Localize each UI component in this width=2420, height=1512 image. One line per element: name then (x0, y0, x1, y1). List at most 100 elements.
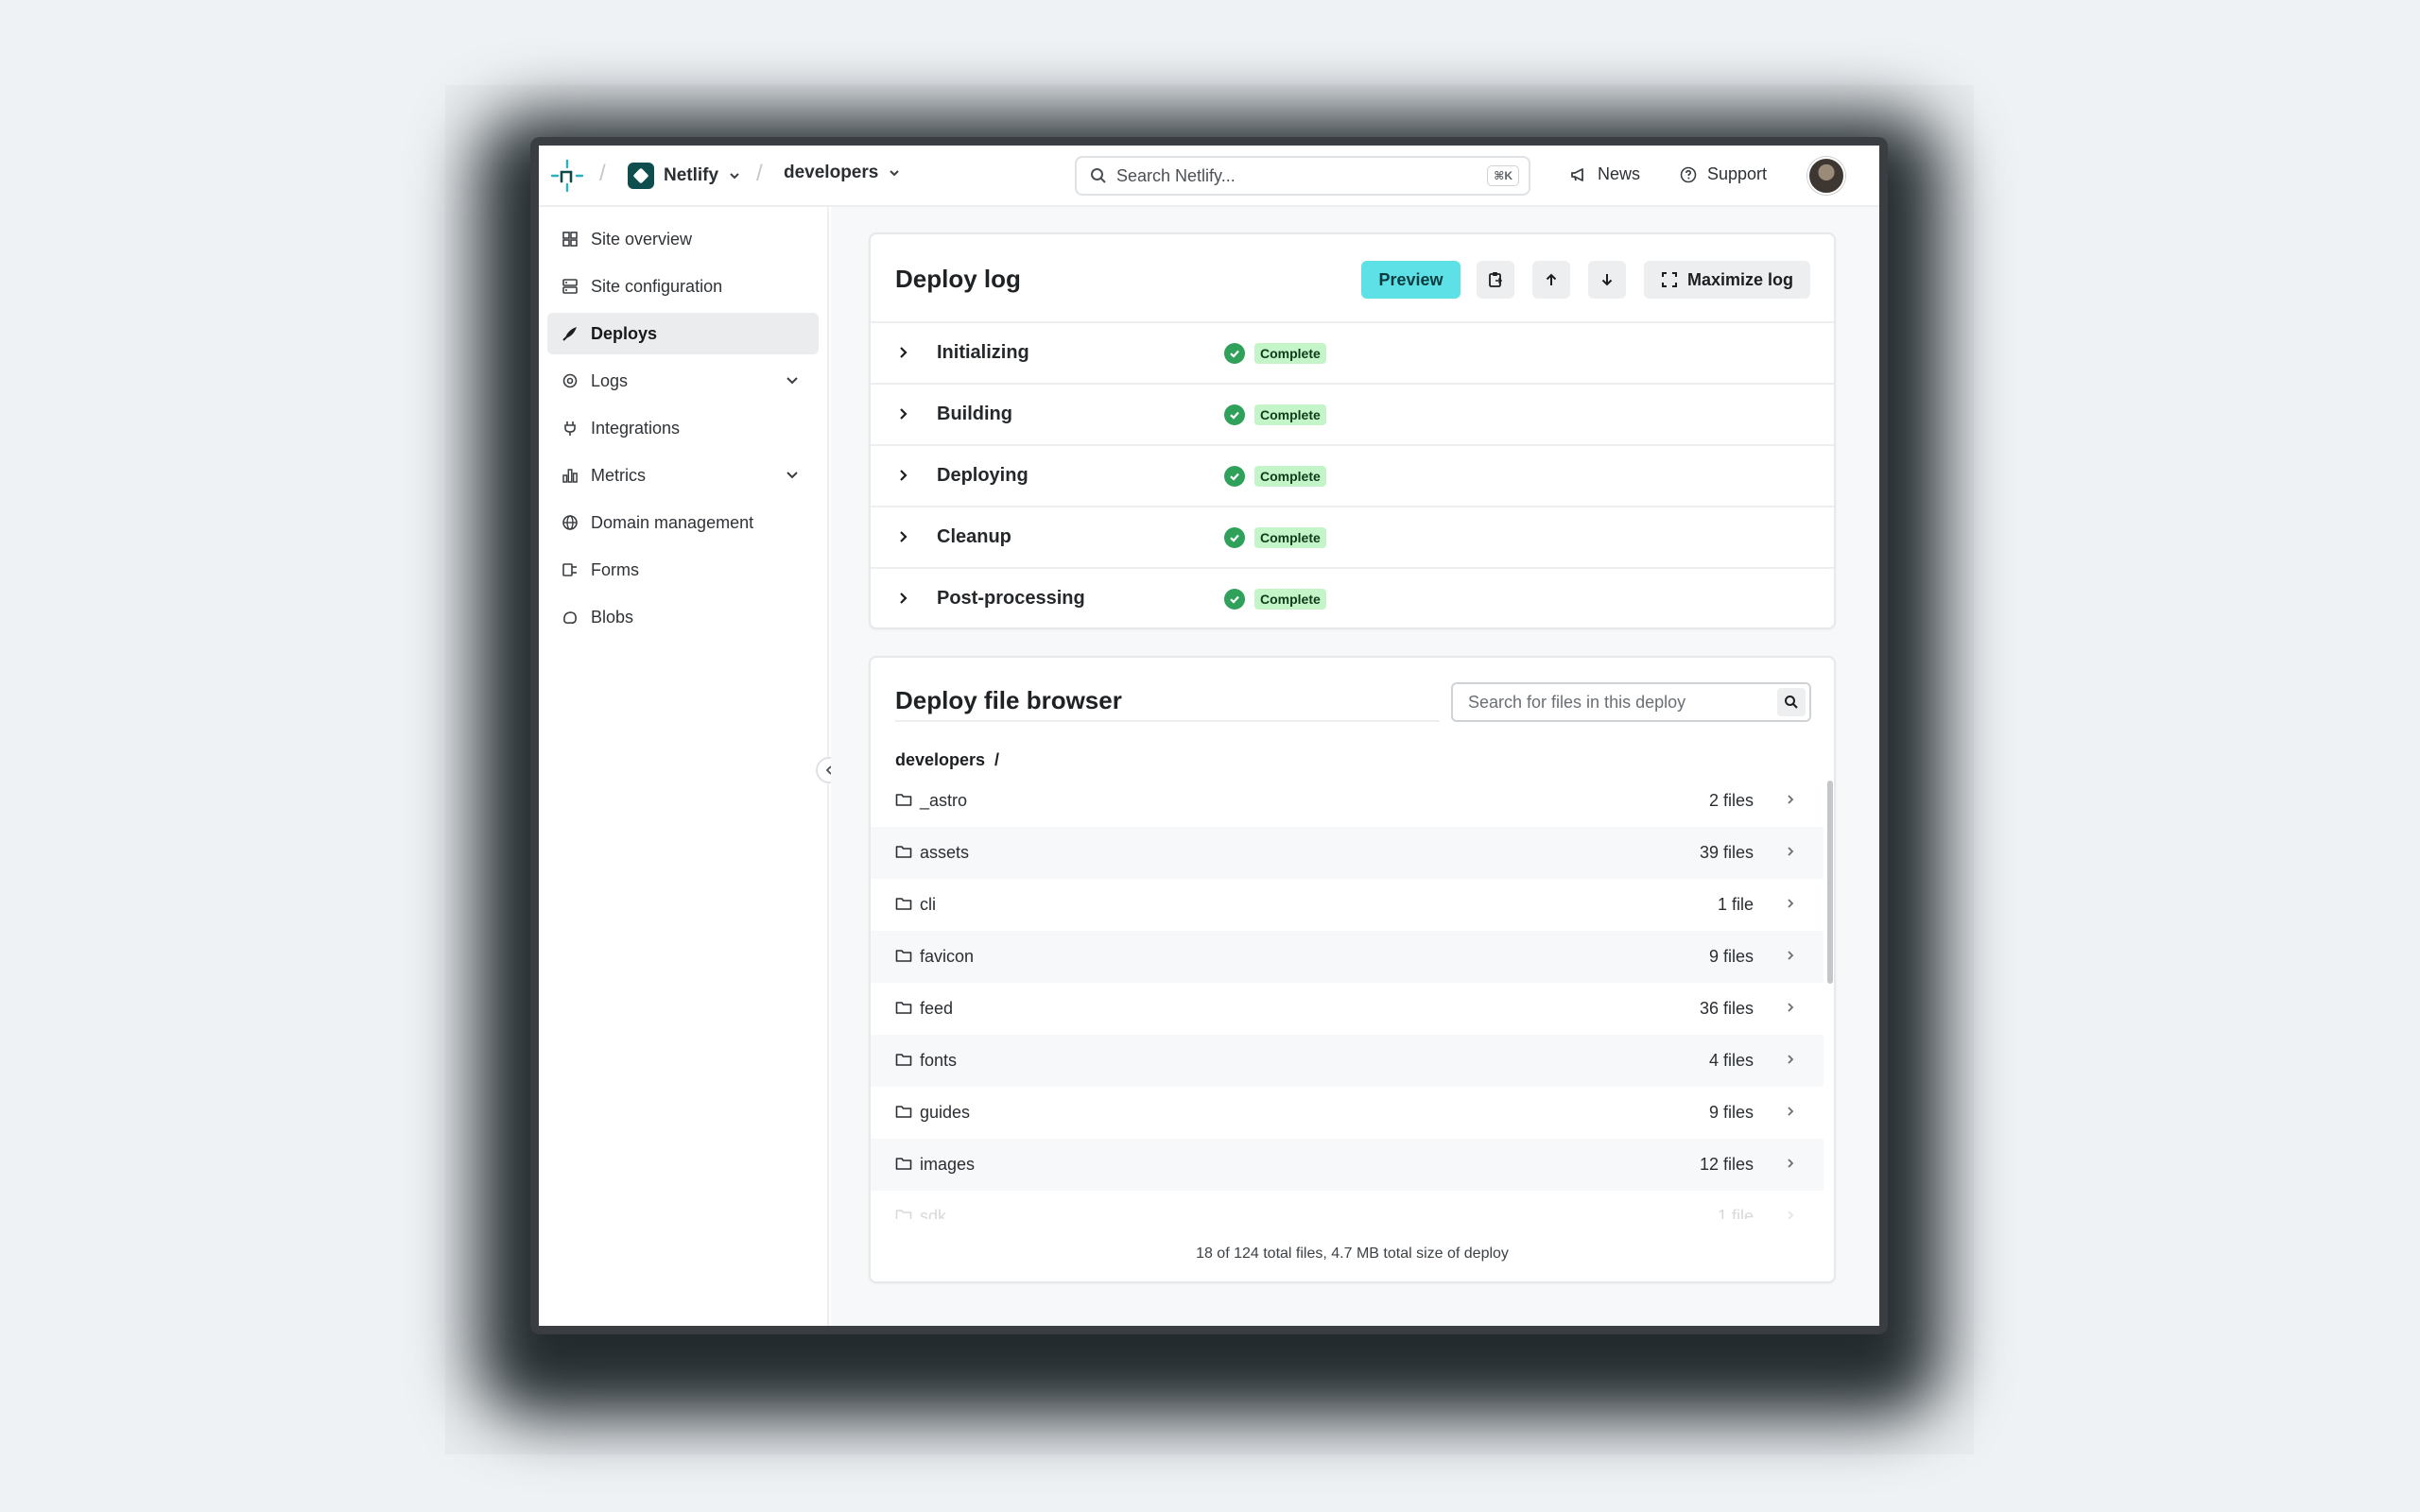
chevron-right-icon (900, 408, 908, 420)
global-search-input[interactable]: Search Netlify... ⌘K (1075, 156, 1530, 196)
check-circle-icon (1224, 342, 1245, 364)
logs-icon (561, 371, 579, 390)
file-name: assets (920, 843, 970, 862)
chevron-down-icon (786, 377, 798, 385)
file-count: 2 files (1708, 791, 1754, 810)
file-count: 9 files (1708, 1103, 1754, 1122)
app-window: / Netlify / developers Search Netlify...… (539, 146, 1879, 1326)
status-badge: Complete (1254, 404, 1326, 425)
list-item[interactable]: feed 36 files (871, 983, 1824, 1035)
list-item[interactable]: assets 39 files (871, 827, 1824, 879)
arrow-up-icon (1546, 273, 1557, 285)
chevron-right-icon (1788, 847, 1794, 856)
news-link[interactable]: News (1569, 164, 1640, 184)
file-name: fonts (920, 1051, 958, 1070)
team-logo-icon (628, 163, 654, 189)
chevron-right-icon (900, 593, 908, 604)
sidebar-item-domain-management[interactable]: Domain management (547, 502, 819, 543)
log-step-row[interactable]: Deploying Complete (871, 444, 1834, 506)
sidebar-item-label: Blobs (591, 607, 634, 627)
file-search-placeholder: Search for files in this deploy (1468, 692, 1686, 712)
preview-button[interactable]: Preview (1361, 261, 1461, 299)
log-step-row[interactable]: Building Complete (871, 383, 1834, 444)
chevron-down-icon (730, 173, 739, 180)
copy-log-button[interactable] (1477, 261, 1514, 299)
list-item[interactable]: guides 9 files (871, 1087, 1824, 1139)
log-step-name: Post-processing (937, 588, 1085, 609)
sidebar-item-site-overview[interactable]: Site overview (547, 218, 819, 260)
log-step-name: Building (937, 404, 1012, 424)
support-link[interactable]: Support (1679, 164, 1767, 184)
list-item[interactable]: cli 1 file (871, 879, 1824, 931)
list-item[interactable]: _astro 2 files (871, 775, 1824, 827)
top-navigation-bar: / Netlify / developers Search Netlify...… (539, 146, 1879, 207)
file-count: 36 files (1699, 999, 1754, 1018)
file-search-input[interactable]: Search for files in this deploy (1451, 682, 1811, 722)
sidebar-item-logs[interactable]: Logs (547, 360, 819, 402)
divider (895, 720, 1440, 722)
file-name: _astro (920, 791, 968, 810)
deploy-log-card: Deploy log Preview Maximize log Initiali… (869, 232, 1836, 629)
list-item[interactable]: images 12 files (871, 1139, 1824, 1191)
sidebar-item-label: Site overview (591, 229, 693, 249)
sidebar-item-forms[interactable]: Forms (547, 549, 819, 591)
file-browser-title: Deploy file browser (895, 686, 1122, 714)
team-name: Netlify (664, 165, 719, 185)
chevron-down-icon (786, 472, 798, 479)
log-step-status: Complete (1224, 465, 1326, 487)
folder-icon (895, 1002, 912, 1014)
site-name: developers (784, 163, 879, 182)
search-icon (1091, 168, 1106, 183)
file-list-scrollbar-thumb[interactable] (1827, 781, 1833, 984)
status-badge: Complete (1254, 342, 1326, 364)
chevron-right-icon (1788, 1055, 1794, 1064)
check-circle-icon (1224, 588, 1245, 610)
chevron-right-icon (1788, 899, 1794, 908)
chevron-down-icon (890, 170, 900, 177)
log-step-row[interactable]: Post-processing Complete (871, 567, 1834, 628)
sidebar-item-metrics[interactable]: Metrics (547, 455, 819, 496)
sidebar-item-blobs[interactable]: Blobs (547, 596, 819, 638)
netlify-logo-icon[interactable] (550, 159, 584, 193)
list-item[interactable]: fonts 4 files (871, 1035, 1824, 1087)
sidebar-item-deploys[interactable]: Deploys (547, 313, 819, 354)
log-step-row[interactable]: Initializing Complete (871, 321, 1834, 383)
team-switcher[interactable]: Netlify (628, 163, 741, 189)
search-shortcut: ⌘K (1487, 165, 1519, 186)
folder-icon (895, 1106, 912, 1118)
log-step-status: Complete (1224, 526, 1326, 548)
log-step-row[interactable]: Cleanup Complete (871, 506, 1834, 567)
log-step-status: Complete (1224, 342, 1326, 364)
log-step-name: Initializing (937, 342, 1029, 363)
file-name: favicon (920, 947, 975, 966)
sidebar-item-site-configuration[interactable]: Site configuration (547, 266, 819, 307)
user-avatar[interactable] (1807, 157, 1845, 195)
list-item[interactable]: favicon 9 files (871, 931, 1824, 983)
sidebar-item-label: Metrics (591, 465, 646, 485)
list-item[interactable]: sdk 1 file (871, 1191, 1824, 1219)
scroll-to-top-button[interactable] (1532, 261, 1570, 299)
globe-icon (561, 513, 579, 532)
file-list-scrollbar[interactable] (1825, 781, 1835, 1215)
chart-icon (561, 466, 579, 485)
file-search-button[interactable] (1777, 688, 1806, 716)
file-count: 12 files (1699, 1155, 1754, 1174)
file-name: sdk (920, 1207, 947, 1219)
file-breadcrumb[interactable]: developers / (895, 750, 999, 770)
folder-icon (895, 950, 912, 962)
sidebar-item-label: Domain management (591, 512, 754, 532)
sidebar-item-label: Forms (591, 559, 639, 579)
file-name: cli (920, 895, 936, 914)
chevron-right-icon (900, 470, 908, 481)
check-circle-icon (1224, 404, 1245, 425)
check-circle-icon (1224, 465, 1245, 487)
chevron-right-icon (1788, 1107, 1794, 1116)
support-label: Support (1707, 164, 1768, 183)
folder-icon (895, 898, 912, 910)
sidebar-item-integrations[interactable]: Integrations (547, 407, 819, 449)
scroll-to-bottom-button[interactable] (1588, 261, 1626, 299)
log-step-status: Complete (1224, 404, 1326, 425)
site-switcher[interactable]: developers (784, 163, 901, 183)
folder-icon (895, 1158, 912, 1170)
maximize-log-button[interactable]: Maximize log (1644, 261, 1810, 299)
